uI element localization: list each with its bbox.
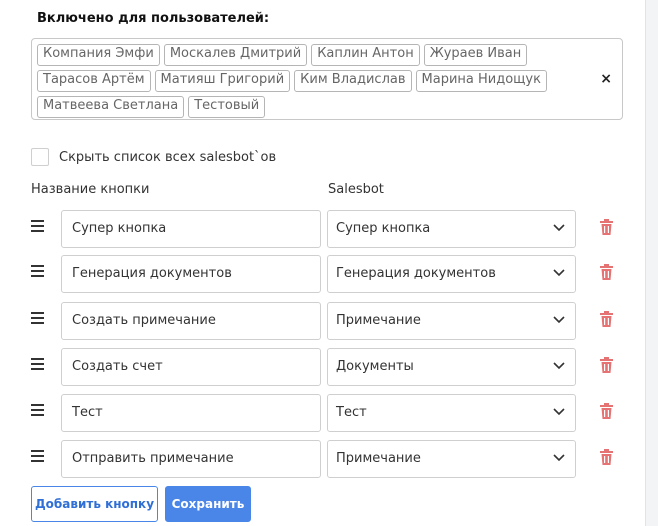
- column-header-salesbot: Salesbot: [328, 182, 384, 197]
- drag-handle-icon[interactable]: [31, 450, 44, 463]
- drag-handle-icon[interactable]: [31, 265, 44, 278]
- button-row: Создать счет Документы: [0, 348, 645, 386]
- salesbot-select-value: Примечание: [336, 313, 421, 328]
- button-row: Супер кнопка Супер кнопка: [0, 210, 645, 248]
- column-header-button-name: Название кнопки: [31, 182, 150, 197]
- user-tags: Компания Эмфи Москалев Дмитрий Каплин Ан…: [37, 44, 597, 118]
- button-name-input[interactable]: Супер кнопка: [61, 210, 321, 248]
- user-tag[interactable]: Жураев Иван: [423, 44, 528, 66]
- hide-list-checkbox[interactable]: [31, 148, 49, 166]
- salesbot-select[interactable]: Тест: [327, 394, 576, 432]
- trash-icon[interactable]: [600, 403, 613, 419]
- drag-handle-icon[interactable]: [31, 312, 44, 325]
- chevron-down-icon: [553, 408, 565, 416]
- users-multiselect[interactable]: Компания Эмфи Москалев Дмитрий Каплин Ан…: [31, 38, 623, 120]
- salesbot-select[interactable]: Примечание: [327, 302, 576, 340]
- settings-panel: Включено для пользователей: Компания Эмф…: [0, 0, 646, 526]
- trash-icon[interactable]: [600, 357, 613, 373]
- button-row: Тест Тест: [0, 394, 645, 432]
- user-tag[interactable]: Ким Владислав: [294, 70, 412, 92]
- salesbot-select-value: Тест: [336, 405, 367, 420]
- user-tag[interactable]: Матвеева Светлана: [37, 96, 185, 118]
- trash-icon[interactable]: [600, 219, 613, 235]
- clear-users-icon[interactable]: ×: [600, 71, 612, 87]
- chevron-down-icon: [553, 362, 565, 370]
- salesbot-select-value: Супер кнопка: [336, 221, 431, 236]
- trash-icon[interactable]: [600, 449, 613, 465]
- chevron-down-icon: [553, 269, 565, 277]
- user-tag[interactable]: Матияш Григорий: [154, 70, 291, 92]
- button-name-input[interactable]: Тест: [61, 394, 321, 432]
- user-tag[interactable]: Тестовый: [188, 96, 266, 118]
- chevron-down-icon: [553, 316, 565, 324]
- user-tag[interactable]: Тарасов Артём: [37, 70, 151, 92]
- user-tag[interactable]: Каплин Антон: [311, 44, 420, 66]
- button-name-input[interactable]: Создать счет: [61, 348, 321, 386]
- user-tag[interactable]: Москалев Дмитрий: [163, 44, 308, 66]
- chevron-down-icon: [553, 454, 565, 462]
- salesbot-select-value: Примечание: [336, 451, 421, 466]
- salesbot-select-value: Генерация документов: [336, 266, 496, 281]
- hide-list-label: Скрыть список всех salesbot`ов: [59, 149, 277, 165]
- user-tag[interactable]: Марина Нидощук: [415, 70, 547, 92]
- salesbot-select[interactable]: Документы: [327, 348, 576, 386]
- save-button[interactable]: Сохранить: [165, 486, 251, 522]
- user-tag[interactable]: Компания Эмфи: [37, 44, 160, 66]
- salesbot-select[interactable]: Супер кнопка: [327, 210, 576, 248]
- chevron-down-icon: [553, 224, 565, 232]
- button-row: Отправить примечание Примечание: [0, 440, 645, 478]
- add-button-button[interactable]: Добавить кнопку: [31, 486, 158, 522]
- drag-handle-icon[interactable]: [31, 220, 44, 233]
- drag-handle-icon[interactable]: [31, 404, 44, 417]
- drag-handle-icon[interactable]: [31, 358, 44, 371]
- trash-icon[interactable]: [600, 264, 613, 280]
- trash-icon[interactable]: [600, 311, 613, 327]
- button-row: Генерация документов Генерация документо…: [0, 255, 645, 293]
- salesbot-select[interactable]: Генерация документов: [327, 255, 576, 293]
- hide-list-row: Скрыть список всех salesbot`ов: [31, 147, 276, 167]
- salesbot-select-value: Документы: [336, 359, 414, 374]
- salesbot-select[interactable]: Примечание: [327, 440, 576, 478]
- button-name-input[interactable]: Отправить примечание: [61, 440, 321, 478]
- users-section-title: Включено для пользователей:: [37, 11, 270, 26]
- button-name-input[interactable]: Создать примечание: [61, 302, 321, 340]
- button-row: Создать примечание Примечание: [0, 302, 645, 340]
- button-name-input[interactable]: Генерация документов: [61, 255, 321, 293]
